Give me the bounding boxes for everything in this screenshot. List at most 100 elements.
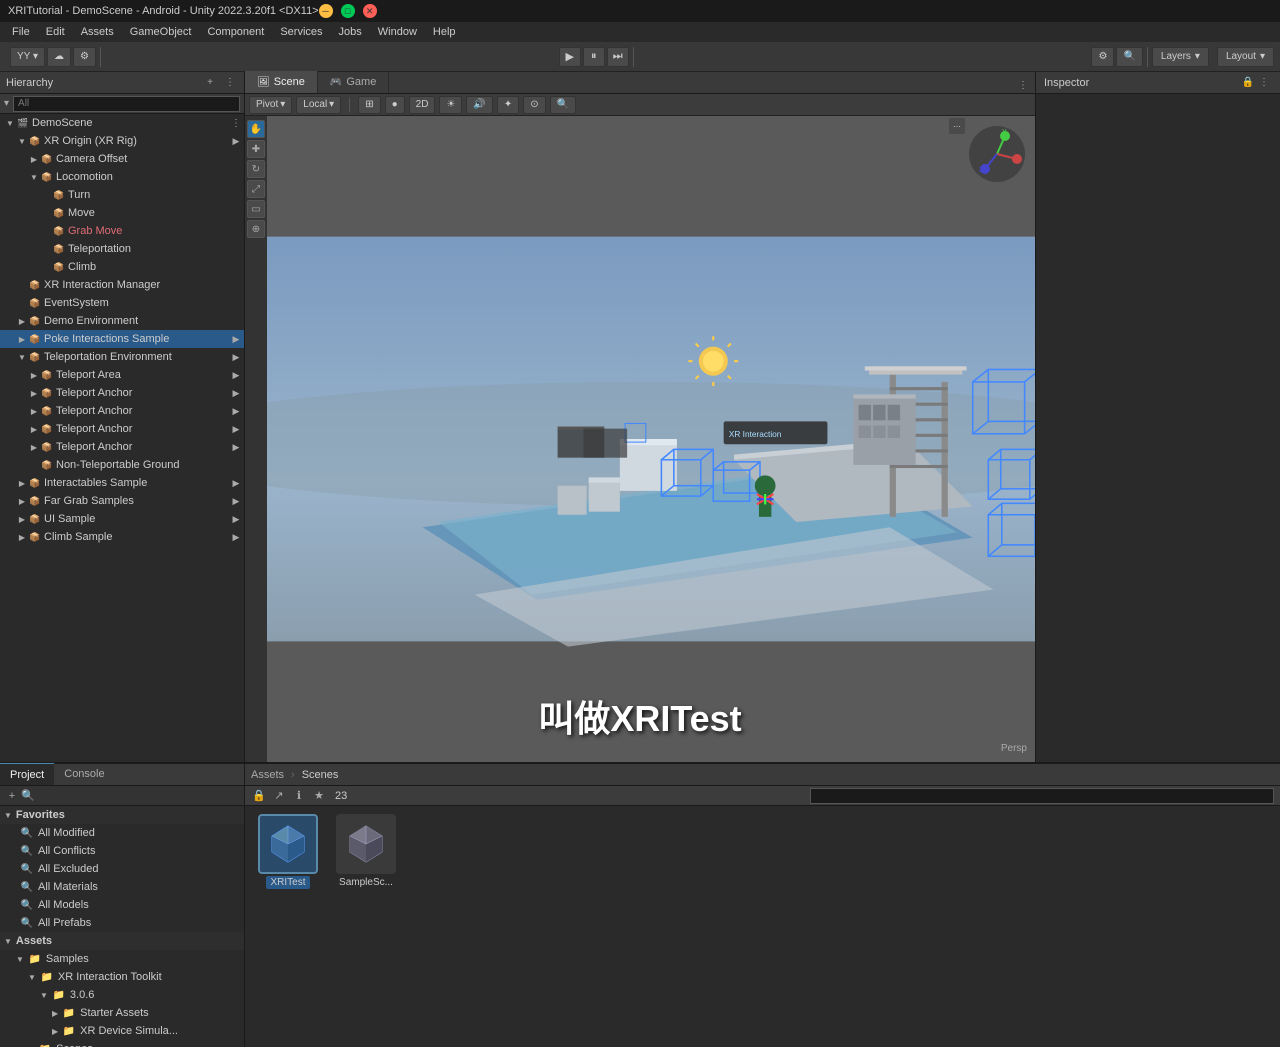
menu-services[interactable]: Services [272, 24, 330, 40]
cloud-button[interactable]: ☁ [47, 47, 71, 67]
tree-item-teleportanchor4[interactable]: ▶ 📦 Teleport Anchor ▶ [0, 438, 244, 456]
layers-button[interactable]: Layers ▾ [1152, 47, 1209, 67]
menu-window[interactable]: Window [370, 24, 425, 40]
fb-star-icon[interactable]: ★ [311, 788, 327, 804]
filebrowser-search-input[interactable] [810, 788, 1274, 804]
proj-xr-device-sim[interactable]: ▶ 📁 XR Device Simula... [0, 1022, 244, 1040]
menu-assets[interactable]: Assets [73, 24, 122, 40]
menu-gameobject[interactable]: GameObject [122, 24, 200, 40]
step-button[interactable]: ⏭ [607, 47, 629, 67]
menu-help[interactable]: Help [425, 24, 464, 40]
maximize-button[interactable]: □ [341, 4, 355, 18]
hand-tool[interactable]: ✋ [247, 120, 265, 138]
layout-button[interactable]: Layout ▾ [1217, 47, 1274, 67]
menu-edit[interactable]: Edit [38, 24, 73, 40]
audio-button[interactable]: 🔊 [466, 96, 492, 114]
favorites-section[interactable]: ▼ Favorites [0, 806, 244, 824]
tree-item-teleportarea[interactable]: ▶ 📦 Teleport Area ▶ [0, 366, 244, 384]
proj-all-excluded[interactable]: 🔍 All Excluded [0, 860, 244, 878]
account-button[interactable]: YY ▾ [10, 47, 45, 67]
menu-jobs[interactable]: Jobs [331, 24, 370, 40]
navigation-gizmo[interactable]: Y X Z [967, 124, 1027, 184]
tree-item-climbsample[interactable]: ▶ 📦 Climb Sample ▶ [0, 528, 244, 546]
tree-item-teleportenv[interactable]: ▼ 📦 Teleportation Environment ▶ [0, 348, 244, 366]
tree-item-teleportanchor2[interactable]: ▶ 📦 Teleport Anchor ▶ [0, 402, 244, 420]
proj-all-models[interactable]: 🔍 All Models [0, 896, 244, 914]
search-button[interactable]: 🔍 [20, 788, 36, 804]
hierarchy-menu-icon[interactable]: ⋮ [222, 75, 238, 91]
tab-scene[interactable]: 🖼 Scene [245, 71, 318, 93]
tree-item-cameraoffset[interactable]: ▶ 📦 Camera Offset [0, 150, 244, 168]
proj-samples[interactable]: ▼ 📁 Samples [0, 950, 244, 968]
settings-icon-button[interactable]: ⚙ [73, 47, 96, 67]
fb-info-icon[interactable]: ℹ [291, 788, 307, 804]
tree-item-teleportanchor3[interactable]: ▶ 📦 Teleport Anchor ▶ [0, 420, 244, 438]
tree-item-xrorigin[interactable]: ▼ 📦 XR Origin (XR Rig) ▶ [0, 132, 244, 150]
proj-scenes[interactable]: ▶ 📁 Scenes [0, 1040, 244, 1047]
hierarchy-search-input[interactable] [13, 96, 240, 112]
scene-menu-icon[interactable]: ⋯ [949, 118, 965, 134]
search-button[interactable]: 🔍 [1116, 47, 1142, 67]
tab-console[interactable]: Console [54, 763, 114, 785]
move-tool[interactable]: ✚ [247, 140, 265, 158]
proj-all-materials[interactable]: 🔍 All Materials [0, 878, 244, 896]
search-scene-button[interactable]: 🔍 [550, 96, 576, 114]
scene-panel-menu[interactable]: ⋮ [1015, 77, 1031, 93]
tab-game[interactable]: 🎮 Game [318, 71, 389, 93]
tree-item-demoenvironment[interactable]: ▶ 📦 Demo Environment [0, 312, 244, 330]
fb-item-samplescene[interactable]: SampleSc... [331, 814, 401, 889]
rect-tool[interactable]: ▭ [247, 200, 265, 218]
fb-breadcrumb-scenes[interactable]: Scenes [302, 769, 339, 781]
fb-find-icon[interactable]: ↗ [271, 788, 287, 804]
hierarchy-add-icon[interactable]: + [202, 75, 218, 91]
fb-breadcrumb-assets[interactable]: Assets [251, 769, 284, 781]
fb-lock-icon[interactable]: 🔒 [251, 788, 267, 804]
proj-306[interactable]: ▼ 📁 3.0.6 [0, 986, 244, 1004]
proj-all-prefabs[interactable]: 🔍 All Prefabs [0, 914, 244, 932]
fx-button[interactable]: ✦ [497, 96, 519, 114]
scale-tool[interactable]: ⤢ [247, 180, 265, 198]
rotate-tool[interactable]: ↻ [247, 160, 265, 178]
view2d-button[interactable]: 2D [409, 96, 436, 114]
tree-item-xrmanager[interactable]: 📦 XR Interaction Manager [0, 276, 244, 294]
tree-item-grabmove[interactable]: 📦 Grab Move [0, 222, 244, 240]
tree-item-eventsystem[interactable]: 📦 EventSystem [0, 294, 244, 312]
fb-item-xritest[interactable]: XRITest [253, 814, 323, 889]
shading-button[interactable]: ● [385, 96, 405, 114]
tree-item-fargrab[interactable]: ▶ 📦 Far Grab Samples ▶ [0, 492, 244, 510]
inspector-lock-icon[interactable]: 🔒 [1240, 75, 1256, 91]
grid-button[interactable]: ⊞ [358, 96, 380, 114]
tree-item-turn[interactable]: 📦 Turn [0, 186, 244, 204]
assets-section[interactable]: ▼ Assets [0, 932, 244, 950]
tree-item-demoscene[interactable]: ▼ 🎬 DemoScene ⋮ [0, 114, 244, 132]
add-button[interactable]: + [4, 788, 20, 804]
scene-viewport[interactable]: ✋ ✚ ↻ ⤢ ▭ ⊕ [245, 116, 1035, 762]
tree-item-menu[interactable]: ⋮ [228, 115, 244, 131]
transform-tool[interactable]: ⊕ [247, 220, 265, 238]
pause-button[interactable]: ⏸ [583, 47, 605, 67]
tree-item-teleportanchor1[interactable]: ▶ 📦 Teleport Anchor ▶ [0, 384, 244, 402]
tree-item-interactables[interactable]: ▶ 📦 Interactables Sample ▶ [0, 474, 244, 492]
tree-item-climb[interactable]: 📦 Climb [0, 258, 244, 276]
menu-component[interactable]: Component [199, 24, 272, 40]
tree-item-nonteleportable[interactable]: 📦 Non-Teleportable Ground [0, 456, 244, 474]
inspector-menu-icon[interactable]: ⋮ [1256, 75, 1272, 91]
proj-xr-toolkit[interactable]: ▼ 📁 XR Interaction Toolkit [0, 968, 244, 986]
proj-starter-assets[interactable]: ▶ 📁 Starter Assets [0, 1004, 244, 1022]
local-button[interactable]: Local ▾ [296, 96, 341, 114]
tree-item-locomotion[interactable]: ▼ 📦 Locomotion [0, 168, 244, 186]
pivot-button[interactable]: Pivot ▾ [249, 96, 292, 114]
close-button[interactable]: ✕ [363, 4, 377, 18]
play-button[interactable]: ▶ [559, 47, 581, 67]
lighting-button[interactable]: ☀ [439, 96, 462, 114]
collab-button[interactable]: ⚙ [1091, 47, 1114, 67]
tab-project[interactable]: Project [0, 763, 54, 785]
gizmos-button[interactable]: ⊙ [523, 96, 545, 114]
minimize-button[interactable]: ─ [319, 4, 333, 18]
tree-item-uisample[interactable]: ▶ 📦 UI Sample ▶ [0, 510, 244, 528]
proj-all-modified[interactable]: 🔍 All Modified [0, 824, 244, 842]
proj-all-conflicts[interactable]: 🔍 All Conflicts [0, 842, 244, 860]
tree-item-move[interactable]: 📦 Move [0, 204, 244, 222]
menu-file[interactable]: File [4, 24, 38, 40]
tree-item-teleportation[interactable]: 📦 Teleportation [0, 240, 244, 258]
